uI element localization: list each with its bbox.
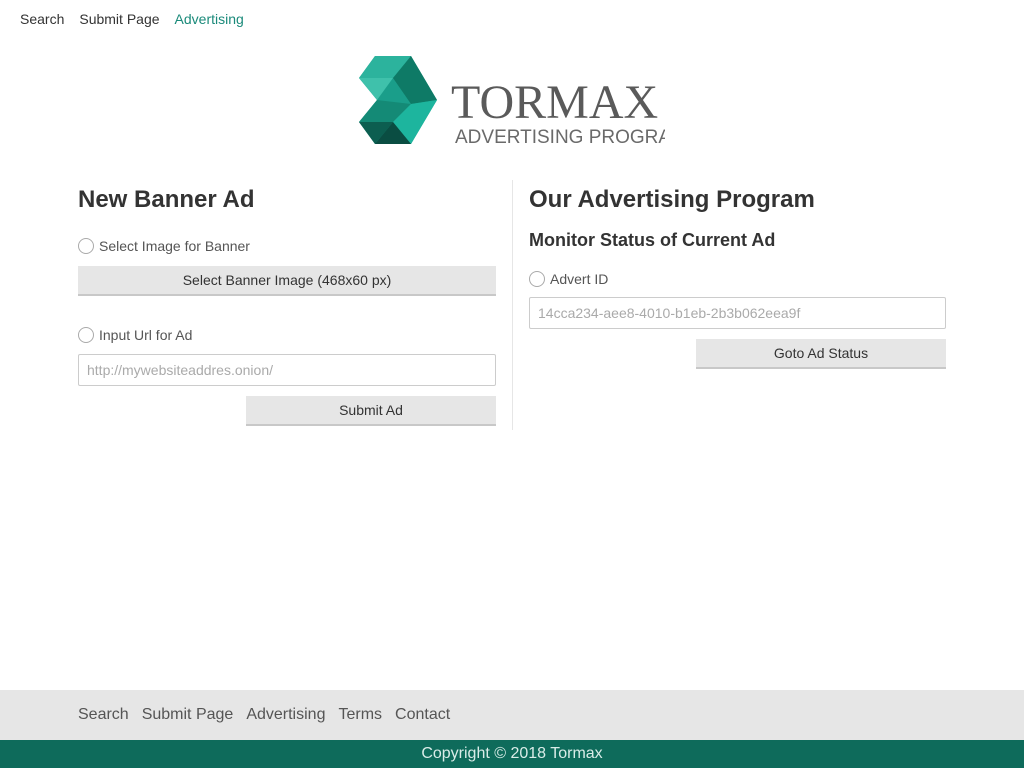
column-divider <box>512 180 513 430</box>
goto-ad-status-button[interactable]: Goto Ad Status <box>696 339 946 369</box>
advert-id-option[interactable]: Advert ID <box>529 267 946 291</box>
new-banner-ad-heading: New Banner Ad <box>78 186 255 213</box>
footer-search-link[interactable]: Search <box>78 706 129 724</box>
nav-search-link[interactable]: Search <box>20 11 64 27</box>
select-image-label: Select Image for Banner <box>99 238 250 254</box>
select-banner-image-button[interactable]: Select Banner Image (468x60 px) <box>78 266 496 296</box>
advertising-program-heading: Our Advertising Program <box>529 186 815 213</box>
select-image-radio[interactable] <box>78 238 94 254</box>
logo-name: TORMAX <box>451 76 658 129</box>
advert-id-radio[interactable] <box>529 271 545 287</box>
footer-submit-page-link[interactable]: Submit Page <box>142 706 234 724</box>
top-nav: Search Submit Page Advertising <box>0 0 1024 38</box>
copyright-text: Copyright © 2018 Tormax <box>421 745 603 762</box>
ad-url-input[interactable] <box>78 354 496 386</box>
footer-links: Search Submit Page Advertising Terms Con… <box>0 690 1024 740</box>
input-url-radio[interactable] <box>78 327 94 343</box>
advert-id-input[interactable] <box>529 297 946 329</box>
footer-terms-link[interactable]: Terms <box>338 706 382 724</box>
footer-advertising-link[interactable]: Advertising <box>246 706 325 724</box>
nav-advertising-link[interactable]: Advertising <box>175 11 244 27</box>
tormax-logo: TORMAX ADVERTISING PROGRAM <box>355 48 687 154</box>
advert-id-label: Advert ID <box>550 271 609 287</box>
monitor-status-heading: Monitor Status of Current Ad <box>529 230 776 250</box>
advertising-program-panel: Our Advertising Program Monitor Status o… <box>529 180 946 369</box>
select-image-option[interactable]: Select Image for Banner <box>78 234 496 258</box>
submit-ad-button[interactable]: Submit Ad <box>246 396 496 426</box>
copyright-bar: Copyright © 2018 Tormax <box>0 740 1024 768</box>
input-url-option[interactable]: Input Url for Ad <box>78 323 496 347</box>
input-url-label: Input Url for Ad <box>99 327 193 343</box>
nav-submit-page-link[interactable]: Submit Page <box>79 11 159 27</box>
logo-tagline: ADVERTISING PROGRAM <box>455 127 665 148</box>
tormax-logo-graphic: TORMAX ADVERTISING PROGRAM <box>359 56 687 148</box>
footer-contact-link[interactable]: Contact <box>395 706 450 724</box>
new-banner-ad-panel: New Banner Ad Select Image for Banner Se… <box>78 180 496 426</box>
